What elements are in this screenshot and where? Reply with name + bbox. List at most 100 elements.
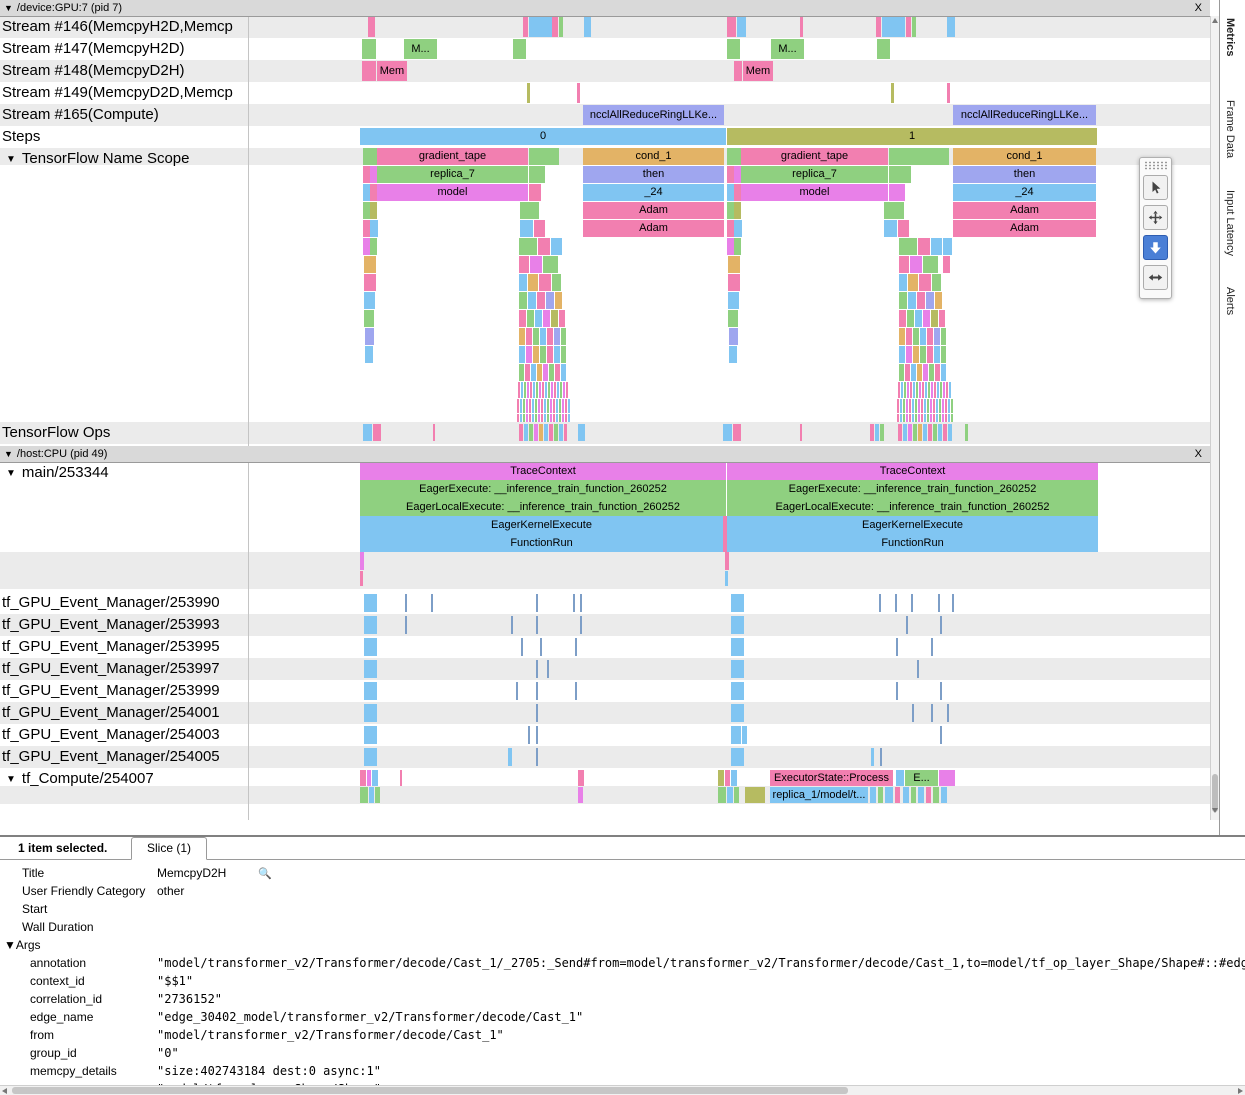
cpu-section-header[interactable]: ▼/host:CPU (pid 49) X bbox=[0, 446, 1210, 463]
trace-event[interactable] bbox=[536, 704, 538, 722]
trace-event-1[interactable]: 1 bbox=[727, 128, 1097, 145]
trace-event[interactable] bbox=[520, 220, 533, 237]
track-stream-147-memcpyh2d[interactable]: Stream #147(MemcpyH2D) bbox=[2, 38, 246, 60]
trace-event[interactable] bbox=[923, 364, 928, 381]
trace-event[interactable] bbox=[578, 787, 583, 803]
trace-event[interactable] bbox=[363, 424, 372, 441]
track-tf-gpu-event-manager-254003[interactable]: tf_GPU_Event_Manager/254003 bbox=[2, 724, 246, 746]
trace-event-adam[interactable]: Adam bbox=[953, 202, 1096, 219]
trace-event[interactable] bbox=[534, 424, 538, 441]
trace-event-replica-1-model-t[interactable]: replica_1/model/t... bbox=[770, 787, 868, 803]
trace-event[interactable] bbox=[523, 17, 528, 37]
trace-event[interactable] bbox=[536, 748, 538, 766]
trace-event[interactable] bbox=[552, 274, 561, 291]
trace-event[interactable] bbox=[940, 616, 942, 634]
trace-event[interactable] bbox=[912, 17, 916, 37]
trace-event-24[interactable]: _24 bbox=[583, 184, 724, 201]
trace-event[interactable] bbox=[364, 594, 377, 612]
trace-event[interactable] bbox=[405, 594, 407, 612]
trace-event[interactable] bbox=[903, 424, 907, 441]
trace-event[interactable] bbox=[727, 148, 741, 165]
trace-event[interactable] bbox=[547, 328, 553, 345]
track-tf-gpu-event-manager-253997[interactable]: tf_GPU_Event_Manager/253997 bbox=[2, 658, 246, 680]
trace-event-adam[interactable]: Adam bbox=[953, 220, 1096, 237]
trace-event-eagerkernelexecute[interactable]: EagerKernelExecute bbox=[727, 516, 1098, 534]
trace-event[interactable] bbox=[551, 238, 562, 255]
track-tf-gpu-event-manager-253999[interactable]: tf_GPU_Event_Manager/253999 bbox=[2, 680, 246, 702]
trace-event[interactable] bbox=[529, 184, 541, 201]
trace-event[interactable] bbox=[935, 364, 940, 381]
scroll-right-icon[interactable] bbox=[1238, 1088, 1243, 1094]
trace-event[interactable] bbox=[800, 17, 803, 37]
trace-event[interactable] bbox=[899, 346, 905, 363]
trace-event[interactable] bbox=[727, 202, 734, 219]
trace-event[interactable] bbox=[910, 256, 922, 273]
trace-event[interactable] bbox=[529, 424, 533, 441]
trace-event[interactable] bbox=[931, 310, 938, 327]
trace-event[interactable] bbox=[561, 364, 566, 381]
horizontal-scrollbar-thumb[interactable] bbox=[12, 1087, 848, 1094]
side-tab-metrics[interactable]: Metrics bbox=[1224, 18, 1236, 57]
trace-event[interactable] bbox=[876, 17, 881, 37]
trace-event[interactable] bbox=[544, 424, 548, 441]
trace-event[interactable] bbox=[943, 424, 947, 441]
trace-event[interactable] bbox=[731, 682, 744, 700]
trace-event[interactable] bbox=[731, 660, 744, 678]
trace-event[interactable] bbox=[913, 424, 917, 441]
trace-event[interactable] bbox=[906, 616, 908, 634]
trace-event[interactable] bbox=[939, 310, 945, 327]
trace-event[interactable] bbox=[537, 292, 545, 309]
side-tab-alerts[interactable]: Alerts bbox=[1224, 287, 1236, 315]
selection-tool-button[interactable] bbox=[1143, 175, 1168, 200]
trace-event-mem[interactable]: Mem bbox=[743, 61, 773, 81]
tab-slice[interactable]: Slice (1) bbox=[131, 837, 207, 860]
trace-event[interactable] bbox=[926, 787, 931, 803]
track-stream-165-compute[interactable]: Stream #165(Compute) bbox=[2, 104, 246, 126]
trace-event[interactable] bbox=[891, 83, 894, 103]
trace-event[interactable] bbox=[897, 399, 954, 413]
trace-event[interactable] bbox=[547, 660, 549, 678]
track-tensorflow-name-scope[interactable]: ▼TensorFlow Name Scope bbox=[2, 148, 246, 170]
trace-event[interactable] bbox=[734, 184, 741, 201]
trace-event[interactable] bbox=[364, 660, 377, 678]
trace-event[interactable] bbox=[882, 17, 905, 37]
trace-event[interactable] bbox=[943, 256, 950, 273]
trace-event[interactable] bbox=[519, 292, 527, 309]
trace-event[interactable] bbox=[931, 704, 933, 722]
trace-event[interactable] bbox=[360, 571, 363, 586]
trace-event[interactable] bbox=[742, 726, 747, 744]
trace-event[interactable] bbox=[728, 292, 739, 309]
trace-event[interactable] bbox=[519, 310, 526, 327]
trace-event-gradient-tape[interactable]: gradient_tape bbox=[377, 148, 528, 165]
trace-event[interactable] bbox=[880, 748, 882, 766]
gpu-close-button[interactable]: X bbox=[1195, 0, 1202, 16]
trace-event[interactable] bbox=[906, 346, 912, 363]
trace-event[interactable] bbox=[370, 220, 378, 237]
track-stream-146-memcpyh2d-memcp[interactable]: Stream #146(MemcpyH2D,Memcp bbox=[2, 16, 246, 38]
trace-event[interactable] bbox=[364, 616, 377, 634]
track-main-253344[interactable]: ▼main/253344 bbox=[2, 462, 246, 484]
trace-event[interactable] bbox=[537, 364, 542, 381]
trace-event[interactable] bbox=[536, 660, 538, 678]
trace-event[interactable] bbox=[433, 424, 435, 441]
horizontal-scrollbar[interactable] bbox=[0, 1085, 1245, 1095]
trace-event[interactable] bbox=[947, 83, 950, 103]
trace-event[interactable] bbox=[577, 83, 580, 103]
trace-event[interactable] bbox=[913, 346, 919, 363]
trace-event[interactable] bbox=[929, 364, 934, 381]
trace-event[interactable] bbox=[362, 61, 376, 81]
scroll-left-icon[interactable] bbox=[2, 1088, 7, 1094]
trace-event-adam[interactable]: Adam bbox=[583, 220, 724, 237]
trace-event[interactable] bbox=[923, 256, 938, 273]
trace-event[interactable] bbox=[364, 638, 377, 656]
trace-event[interactable] bbox=[511, 616, 513, 634]
trace-event[interactable] bbox=[734, 61, 742, 81]
trace-event[interactable] bbox=[578, 770, 584, 786]
trace-event[interactable] bbox=[528, 292, 536, 309]
trace-event[interactable] bbox=[941, 328, 946, 345]
trace-event[interactable] bbox=[733, 424, 741, 441]
trace-event[interactable] bbox=[364, 256, 376, 273]
collapse-arrow-icon[interactable]: ▼ bbox=[6, 774, 16, 785]
trace-event[interactable] bbox=[911, 594, 913, 612]
collapse-arrow-icon[interactable]: ▼ bbox=[4, 3, 13, 13]
